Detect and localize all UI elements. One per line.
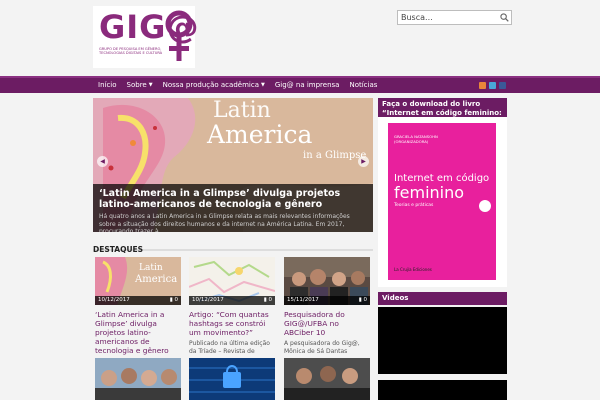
post-date: 10/12/2017 xyxy=(192,297,224,303)
nav-item-producao[interactable]: Nossa produção acadêmica ▼ xyxy=(158,78,270,93)
rss-icon[interactable] xyxy=(479,82,486,89)
site-header: GIG@ GRUPO DE PESQUISA EM GÊNERO, TECNOL… xyxy=(0,0,600,76)
post-title[interactable]: ‘Latin America in a Glimpse’ divulga pro… xyxy=(95,310,181,355)
comment-count-value: 0 xyxy=(174,297,179,303)
comment-count: ▮ 0 xyxy=(359,296,367,305)
featured-slider[interactable]: Latin America in a Glimpse ◀ ▶ ‘Latin Am… xyxy=(93,98,373,232)
book-title-line: feminino xyxy=(394,183,465,202)
nav-item-noticias[interactable]: Notícias xyxy=(344,78,382,93)
book-publisher: La Crujía Ediciones xyxy=(394,267,432,272)
destaques-heading: DESTAQUES xyxy=(93,237,373,254)
post-thumbnail[interactable] xyxy=(284,358,370,400)
thumbnail-image xyxy=(189,358,275,400)
nav-item-imprensa[interactable]: Gig@ na imprensa xyxy=(270,78,345,93)
chevron-down-icon: ▼ xyxy=(260,82,265,88)
comment-icon: ▮ xyxy=(358,297,362,303)
post-card[interactable]: 15/11/2017 ▮ 0 Pesquisadora do GIG@/UFBA … xyxy=(284,257,370,355)
post-meta: 15/11/2017 ▮ 0 xyxy=(284,296,370,305)
slide-image-text: America xyxy=(207,120,313,149)
post-thumbnail[interactable] xyxy=(189,358,275,400)
thumbnail-image xyxy=(284,358,370,400)
post-title[interactable]: Artigo: “Com quantas hashtags se constró… xyxy=(189,310,275,337)
search-icon[interactable] xyxy=(500,13,509,22)
nav-label: Sobre xyxy=(126,81,147,89)
comment-count: ▮ 0 xyxy=(170,296,178,305)
thumbnail-image xyxy=(95,358,181,400)
site-logo[interactable]: GIG@ GRUPO DE PESQUISA EM GÊNERO, TECNOL… xyxy=(93,6,198,68)
facebook-icon[interactable] xyxy=(499,82,506,89)
nav-label: Gig@ na imprensa xyxy=(274,81,340,89)
book-badge xyxy=(479,200,491,212)
post-card[interactable]: 10/12/2017 ▮ 0 Artigo: “Com quantas hasht… xyxy=(189,257,275,355)
search-input[interactable] xyxy=(398,11,498,24)
chevron-down-icon: ▼ xyxy=(148,82,153,88)
section-title: DESTAQUES xyxy=(93,245,144,254)
book-subtitle: Teorias e práticas xyxy=(394,203,434,208)
videos-heading: Videos xyxy=(378,292,507,305)
comment-count: ▮ 0 xyxy=(264,296,272,305)
slide-title[interactable]: ‘Latin America in a Glimpse’ divulga pro… xyxy=(99,188,367,210)
twitter-icon[interactable] xyxy=(489,82,496,89)
post-date: 15/11/2017 xyxy=(287,297,319,303)
book-author: GRACIELA NATANSOHN (ORGANIZADORA) xyxy=(394,134,438,144)
nav-label: Nossa produção acadêmica xyxy=(162,81,259,89)
slide-caption: ‘Latin America in a Glimpse’ divulga pro… xyxy=(93,184,373,232)
logo-tagline: GRUPO DE PESQUISA EM GÊNERO, TECNOLOGIAS… xyxy=(99,47,163,56)
post-excerpt: A pesquisadora do Gig@, Mônica de Sá Dan… xyxy=(284,340,360,355)
video-embed[interactable] xyxy=(378,307,507,374)
book-widget[interactable]: GRACIELA NATANSOHN (ORGANIZADORA) Interne… xyxy=(378,117,507,287)
post-thumbnail[interactable]: 10/12/2017 ▮ 0 xyxy=(189,257,275,305)
post-meta: 10/12/2017 ▮ 0 xyxy=(189,296,275,305)
slide-image-text: in a Glimpse xyxy=(303,150,367,161)
book-cover[interactable]: GRACIELA NATANSOHN (ORGANIZADORA) Interne… xyxy=(388,123,496,280)
search-box xyxy=(397,10,512,25)
nav-label: Notícias xyxy=(349,81,378,89)
thumb-text: America xyxy=(134,274,177,285)
comment-count-value: 0 xyxy=(363,297,368,303)
post-excerpt: Publicado na última edição da Tríade – R… xyxy=(189,340,270,355)
post-card[interactable]: Latin America 10/12/2017 ▮ 0 ‘Latin Ameri… xyxy=(95,257,181,355)
main-nav: Início Sobre ▼ Nossa produção acadêmica ▼ … xyxy=(0,76,600,93)
post-thumbnail[interactable] xyxy=(95,358,181,400)
venus-symbol-icon xyxy=(165,10,193,61)
post-date: 10/12/2017 xyxy=(98,297,130,303)
slider-next-button[interactable]: ▶ xyxy=(358,156,369,167)
post-thumbnail[interactable]: Latin America 10/12/2017 ▮ 0 xyxy=(95,257,181,305)
post-meta: 10/12/2017 ▮ 0 xyxy=(95,296,181,305)
thumb-text: Latin xyxy=(139,263,163,273)
comment-icon: ▮ xyxy=(169,297,173,303)
slider-prev-button[interactable]: ◀ xyxy=(97,156,108,167)
slide-excerpt: Há quatro anos a Latin America in a Glim… xyxy=(99,213,350,232)
comment-count-value: 0 xyxy=(268,297,273,303)
nav-item-inicio[interactable]: Início xyxy=(93,78,122,93)
nav-item-sobre[interactable]: Sobre ▼ xyxy=(122,78,158,93)
nav-label: Início xyxy=(98,81,117,89)
post-thumbnail[interactable]: 15/11/2017 ▮ 0 xyxy=(284,257,370,305)
post-title[interactable]: Pesquisadora do GIG@/UFBA no ABCiber 10 xyxy=(284,310,370,337)
comment-icon: ▮ xyxy=(263,297,267,303)
video-embed[interactable] xyxy=(378,380,507,400)
